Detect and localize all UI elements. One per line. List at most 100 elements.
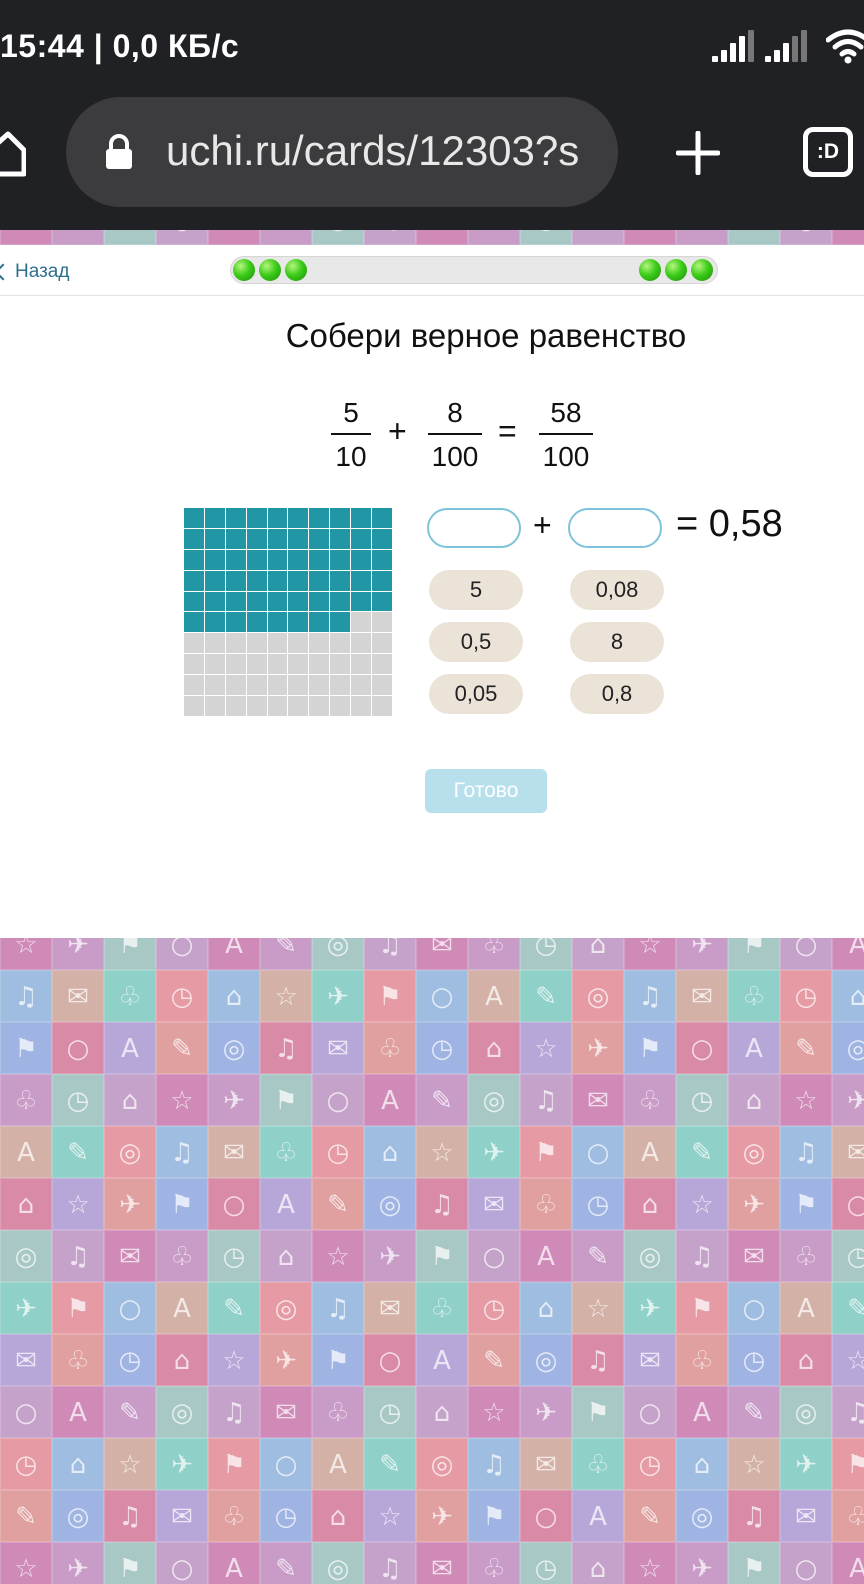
pattern-tile: ⌂ [728, 1074, 780, 1126]
done-button[interactable]: Готово [425, 769, 547, 813]
grid-cell [351, 675, 372, 696]
pattern-tile: ○ [780, 1542, 832, 1584]
grid-cell [372, 696, 392, 716]
pattern-tile: ♫ [468, 1438, 520, 1490]
plus-icon[interactable] [676, 131, 720, 175]
pattern-tile: ⚑ [52, 1282, 104, 1334]
pattern-tile: ◷ [208, 1230, 260, 1282]
grid-cell [184, 696, 204, 716]
pattern-tile: ✈ [0, 1282, 52, 1334]
pattern-tile: ☆ [572, 1282, 624, 1334]
back-link[interactable]: Назад [0, 261, 69, 283]
pattern-tile: ✉ [572, 1074, 624, 1126]
grid-cell [309, 654, 330, 675]
grid-cell [351, 591, 372, 612]
pattern-tile: A [156, 1282, 208, 1334]
grid-cell [288, 549, 309, 570]
pattern-tile: ○ [208, 1178, 260, 1230]
pattern-tile: A [0, 1126, 52, 1178]
pattern-tile: ◎ [0, 1230, 52, 1282]
pattern-tile: ♧ [676, 1334, 728, 1386]
answer-slot-2[interactable] [568, 508, 662, 548]
pattern-tile: ⌂ [0, 1178, 52, 1230]
grid-cell [204, 654, 225, 675]
pattern-tile: ◷ [572, 1178, 624, 1230]
grid-cell [246, 508, 267, 528]
pattern-tile: A [208, 938, 260, 970]
grid-cell [184, 528, 204, 549]
pattern-tile: ✎ [364, 1438, 416, 1490]
pattern-tile: ✉ [624, 1334, 676, 1386]
grid-cell [204, 696, 225, 716]
option-chip[interactable]: 8 [570, 622, 664, 662]
grid-cell [246, 591, 267, 612]
option-chip[interactable]: 0,08 [570, 570, 664, 610]
address-bar[interactable]: uchi.ru/cards/12303?s [66, 97, 618, 207]
fraction-1: 5 10 [330, 393, 372, 477]
grid-cell [267, 612, 288, 633]
grid-cell [372, 570, 392, 591]
pattern-tile: ⌂ [676, 1438, 728, 1490]
pattern-tile: ☆ [0, 230, 52, 245]
pattern-tile: ♫ [728, 1490, 780, 1542]
pattern-tile: ⚑ [364, 970, 416, 1022]
option-chip[interactable]: 0,05 [429, 674, 523, 714]
pattern-tile: ◷ [416, 1022, 468, 1074]
grid-cell [225, 549, 246, 570]
progress-dot [233, 259, 255, 281]
hundred-grid [183, 507, 393, 717]
grid-cell [288, 528, 309, 549]
lock-icon [106, 134, 132, 169]
pattern-tile: ⌂ [780, 1334, 832, 1386]
option-chip[interactable]: 0,5 [429, 622, 523, 662]
pattern-tile: ○ [416, 970, 468, 1022]
pattern-tile: A [624, 1126, 676, 1178]
grid-cell [184, 570, 204, 591]
pattern-tile: ♫ [832, 1386, 864, 1438]
home-icon[interactable] [0, 130, 26, 178]
tabs-icon[interactable]: :D [803, 127, 853, 177]
fraction-numerator: 58 [550, 397, 582, 428]
pattern-tile: ⚑ [312, 1334, 364, 1386]
grid-cell [351, 612, 372, 633]
option-chip[interactable]: 0,8 [570, 674, 664, 714]
grid-cell [330, 654, 351, 675]
pattern-tile: ✎ [832, 1282, 864, 1334]
grid-cell [184, 675, 204, 696]
pattern-tile: ⚑ [728, 1542, 780, 1584]
pattern-tile: ⌂ [572, 938, 624, 970]
pattern-tile: ○ [572, 1126, 624, 1178]
pattern-tile: ♧ [520, 1178, 572, 1230]
task-card: Назад Собери верное равенство 5 10 + 8 1… [0, 245, 864, 938]
pattern-tile: ⚑ [260, 1074, 312, 1126]
pattern-tile: ◷ [832, 1230, 864, 1282]
grid-cell [372, 591, 392, 612]
grid-cell [330, 633, 351, 654]
grid-cell [204, 591, 225, 612]
grid-cell [372, 633, 392, 654]
pattern-tile: ◷ [520, 938, 572, 970]
pattern-tile: A [52, 1386, 104, 1438]
pattern-tile: ○ [156, 938, 208, 970]
grid-cell [225, 612, 246, 633]
grid-cell [351, 508, 372, 528]
pattern-tile: ✉ [208, 1126, 260, 1178]
pattern-tile: ♫ [364, 1542, 416, 1584]
grid-cell [225, 654, 246, 675]
fraction-numerator: 8 [447, 397, 463, 428]
pattern-tile: ⌂ [312, 1490, 364, 1542]
grid-cell [204, 612, 225, 633]
answer-slot-1[interactable] [427, 508, 521, 548]
url-text[interactable]: uchi.ru/cards/12303?s [166, 127, 591, 175]
pattern-tile: ♧ [624, 1074, 676, 1126]
pattern-tile: ♫ [260, 1022, 312, 1074]
grid-cell [184, 508, 204, 528]
pattern-tile: ⚑ [104, 1542, 156, 1584]
pattern-tile: ☆ [416, 1126, 468, 1178]
pattern-tile: ✎ [156, 1022, 208, 1074]
grid-cell [309, 508, 330, 528]
pattern-tile: ☆ [780, 1074, 832, 1126]
pattern-tile: ♧ [468, 938, 520, 970]
option-chip[interactable]: 5 [429, 570, 523, 610]
pattern-tile: ✈ [624, 1282, 676, 1334]
